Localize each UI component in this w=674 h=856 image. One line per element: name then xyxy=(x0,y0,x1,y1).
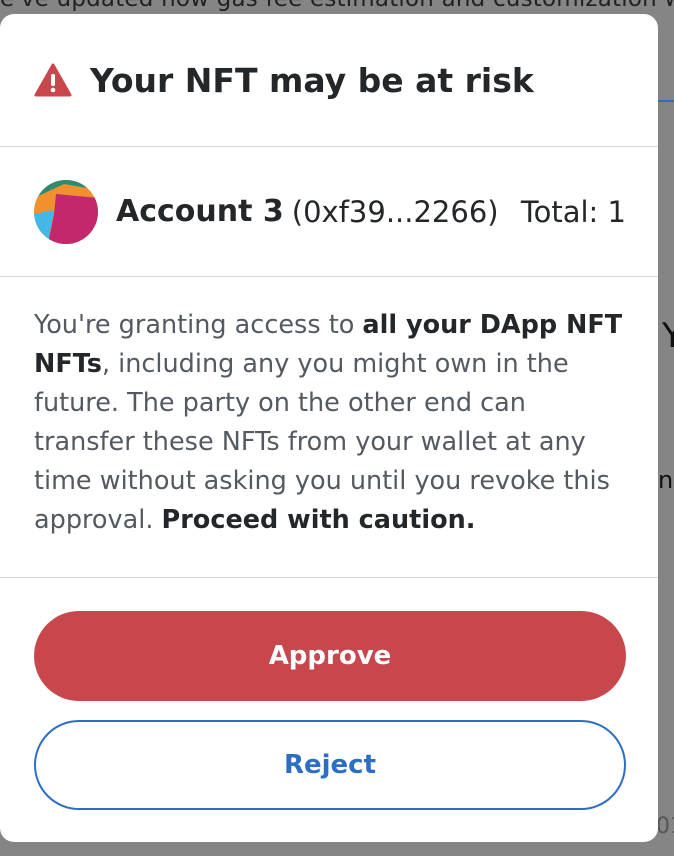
modal-header: Your NFT may be at risk xyxy=(0,14,658,147)
account-row: Account 3 (0xf39...2266) Total: 1 xyxy=(0,147,658,277)
divider xyxy=(0,577,658,578)
account-address: (0xf39...2266) xyxy=(291,194,499,229)
backdrop-fragment: Y xyxy=(662,316,674,356)
account-avatar xyxy=(34,179,98,244)
nft-risk-modal: Your NFT may be at risk Account 3 (0xf39… xyxy=(0,14,658,842)
warning-triangle-icon xyxy=(34,63,72,97)
backdrop-underline xyxy=(658,100,674,102)
modal-title: Your NFT may be at risk xyxy=(90,60,534,100)
account-name: Account 3 xyxy=(116,194,284,229)
risk-message: You're granting access to all your DApp … xyxy=(34,306,624,540)
message-text: You're granting access to xyxy=(34,310,363,340)
reject-button[interactable]: Reject xyxy=(34,720,626,810)
backdrop-fragment: ng xyxy=(658,466,674,494)
message-bold-caution: Proceed with caution. xyxy=(161,505,476,535)
approve-button[interactable]: Approve xyxy=(34,611,626,701)
nft-total: Total: 1 xyxy=(520,194,626,229)
backdrop-fragment: 01 xyxy=(656,814,674,839)
